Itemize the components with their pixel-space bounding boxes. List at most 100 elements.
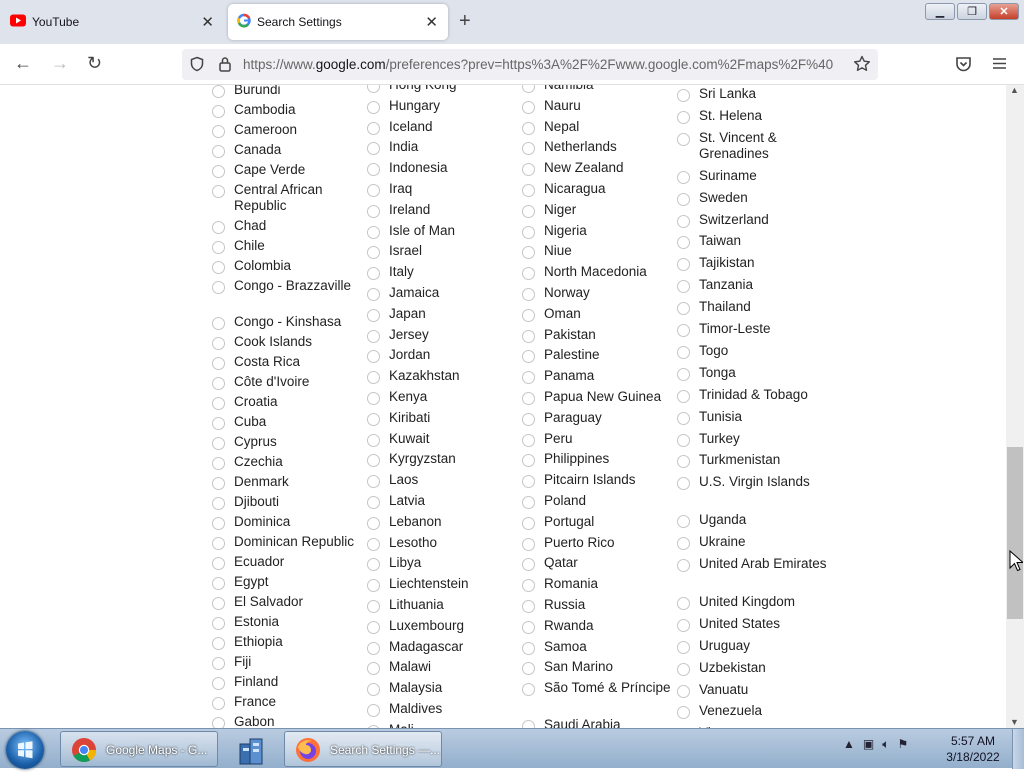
region-option[interactable]: Russia xyxy=(522,597,674,613)
region-option[interactable]: Congo - Kinshasa xyxy=(212,314,364,330)
region-option[interactable]: Saudi Arabia xyxy=(522,717,674,728)
region-option[interactable]: Nauru xyxy=(522,98,674,114)
region-option[interactable]: El Salvador xyxy=(212,594,364,610)
radio-button[interactable] xyxy=(677,280,690,294)
radio-button[interactable] xyxy=(677,110,690,124)
radio-button[interactable] xyxy=(212,337,225,350)
region-option[interactable]: Philippines xyxy=(522,451,674,468)
radio-button[interactable] xyxy=(677,132,690,146)
radio-button[interactable] xyxy=(522,392,535,405)
radio-button[interactable] xyxy=(677,214,690,228)
radio-button[interactable] xyxy=(212,617,225,630)
radio-button[interactable] xyxy=(367,600,380,613)
radio-button[interactable] xyxy=(367,620,380,634)
region-option[interactable]: St. Helena xyxy=(677,108,829,124)
radio-button[interactable] xyxy=(212,281,225,294)
show-desktop-button[interactable] xyxy=(1012,729,1024,769)
radio-button[interactable] xyxy=(367,516,380,530)
region-option[interactable]: Finland xyxy=(212,674,364,690)
region-option[interactable]: Luxembourg xyxy=(367,618,519,634)
region-option[interactable]: Croatia xyxy=(212,394,364,410)
radio-button[interactable] xyxy=(212,717,225,728)
region-option[interactable]: Thailand xyxy=(677,299,829,316)
radio-button[interactable] xyxy=(522,475,535,489)
region-option[interactable]: Kyrgyzstan xyxy=(367,451,519,468)
region-option[interactable]: Vanuatu xyxy=(677,682,829,698)
radio-button[interactable] xyxy=(367,350,380,364)
region-option[interactable]: Niger xyxy=(522,202,674,218)
region-option[interactable]: Kuwait xyxy=(367,431,519,447)
radio-button[interactable] xyxy=(212,637,225,650)
radio-button[interactable] xyxy=(677,345,690,359)
radio-button[interactable] xyxy=(677,640,690,654)
radio-button[interactable] xyxy=(522,350,535,364)
region-option[interactable]: Paraguay xyxy=(522,410,674,426)
radio-button[interactable] xyxy=(522,246,535,260)
radio-button[interactable] xyxy=(522,600,535,613)
region-option[interactable]: Japan xyxy=(367,306,519,322)
radio-button[interactable] xyxy=(367,392,380,405)
region-option[interactable]: Colombia xyxy=(212,258,364,274)
new-tab-button[interactable]: + xyxy=(459,11,471,31)
radio-button[interactable] xyxy=(367,704,380,717)
radio-button[interactable] xyxy=(212,221,225,234)
url-text[interactable]: https://www.google.com/preferences?prev=… xyxy=(243,57,843,72)
radio-button[interactable] xyxy=(677,170,690,184)
region-option[interactable]: India xyxy=(367,139,519,156)
tracking-protection-icon[interactable] xyxy=(189,56,205,77)
radio-button[interactable] xyxy=(677,706,690,720)
minimize-button[interactable]: ▁ xyxy=(925,3,955,20)
region-option[interactable]: Denmark xyxy=(212,474,364,490)
radio-button[interactable] xyxy=(367,475,380,489)
region-option[interactable]: São Tomé & Príncipe xyxy=(522,680,674,697)
radio-button[interactable] xyxy=(522,537,535,551)
region-option[interactable]: Libya xyxy=(367,555,519,572)
region-option[interactable]: Nicaragua xyxy=(522,181,674,197)
region-option[interactable]: Samoa xyxy=(522,639,674,655)
region-option[interactable]: Czechia xyxy=(212,454,364,470)
radio-button[interactable] xyxy=(367,267,380,281)
radio-button[interactable] xyxy=(522,641,535,655)
radio-button[interactable] xyxy=(367,662,380,676)
close-tab-icon[interactable]: ✕ xyxy=(201,13,214,31)
region-option[interactable]: Niue xyxy=(522,243,674,260)
radio-button[interactable] xyxy=(367,204,380,218)
region-option[interactable]: Maldives xyxy=(367,701,519,717)
region-option[interactable]: San Marino xyxy=(522,659,674,676)
region-option[interactable]: Papua New Guinea xyxy=(522,389,674,405)
region-option[interactable]: Portugal xyxy=(522,514,674,530)
radio-button[interactable] xyxy=(522,204,535,218)
radio-button[interactable] xyxy=(212,125,225,138)
scrollbar-thumb[interactable] xyxy=(1007,447,1023,619)
radio-button[interactable] xyxy=(522,100,535,114)
radio-button[interactable] xyxy=(522,142,535,156)
scroll-up-icon[interactable]: ▲ xyxy=(1010,85,1019,95)
radio-button[interactable] xyxy=(522,412,535,426)
region-option[interactable]: Liechtenstein xyxy=(367,576,519,593)
radio-button[interactable] xyxy=(367,496,380,509)
radio-button[interactable] xyxy=(212,85,225,98)
radio-button[interactable] xyxy=(677,367,690,381)
radio-button[interactable] xyxy=(367,308,380,322)
region-option[interactable]: United Arab Emirates xyxy=(677,556,829,572)
region-option[interactable]: Djibouti xyxy=(212,494,364,510)
region-option[interactable]: Côte d'Ivoire xyxy=(212,374,364,390)
region-option[interactable]: Nigeria xyxy=(522,223,674,239)
radio-button[interactable] xyxy=(367,641,380,655)
region-option[interactable]: Togo xyxy=(677,343,829,359)
region-option[interactable]: Kiribati xyxy=(367,410,519,426)
region-option[interactable]: Taiwan xyxy=(677,233,829,250)
pocket-icon[interactable] xyxy=(955,56,972,77)
radio-button[interactable] xyxy=(212,577,225,590)
clock[interactable]: 5:57 AM 3/18/2022 xyxy=(938,733,1008,765)
region-option[interactable]: Puerto Rico xyxy=(522,535,674,551)
taskbar-item-firefox[interactable]: Search Settings —... xyxy=(284,731,442,767)
region-option[interactable]: Lesotho xyxy=(367,535,519,551)
region-option[interactable]: Tajikistan xyxy=(677,255,829,272)
reload-button[interactable]: ↻ xyxy=(87,53,102,73)
radio-button[interactable] xyxy=(522,329,535,343)
region-option[interactable]: Qatar xyxy=(522,555,674,572)
region-option[interactable]: Switzerland xyxy=(677,212,829,228)
region-option[interactable]: Cambodia xyxy=(212,102,364,118)
region-option[interactable]: Indonesia xyxy=(367,160,519,177)
